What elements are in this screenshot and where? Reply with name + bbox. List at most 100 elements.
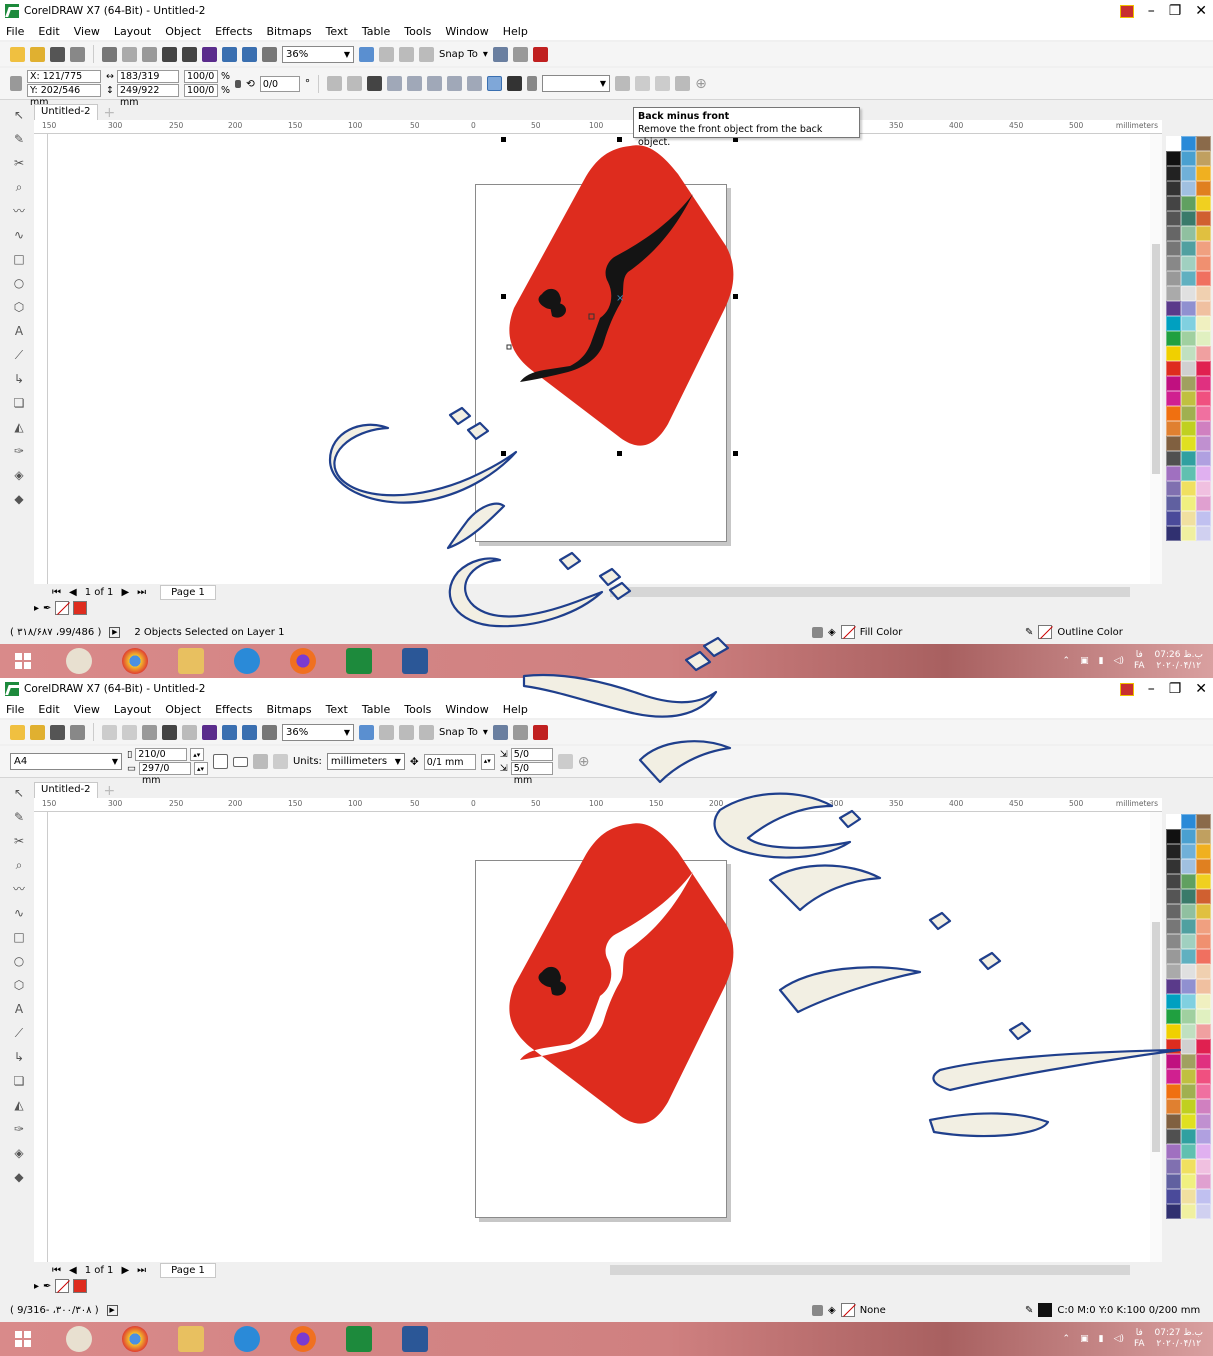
palette-swatch[interactable]: [1196, 256, 1211, 271]
ellipse-tool-icon[interactable]: ○: [10, 952, 28, 970]
palette-swatch[interactable]: [1166, 1159, 1181, 1174]
snap-to-dropdown-icon[interactable]: ▾: [483, 49, 488, 60]
palette-swatch[interactable]: [1166, 301, 1181, 316]
align-icon[interactable]: [675, 76, 691, 91]
palette-swatch[interactable]: [1181, 844, 1196, 859]
snap-to-button[interactable]: Snap To: [439, 727, 478, 738]
next-page-icon[interactable]: ▶: [121, 1265, 129, 1276]
interactive-fill-icon[interactable]: ◈: [10, 1144, 28, 1162]
all-pages-icon[interactable]: [252, 754, 268, 769]
palette-swatch[interactable]: [1166, 1099, 1181, 1114]
rectangle-tool-icon[interactable]: □: [10, 928, 28, 946]
palette-swatch[interactable]: [1196, 481, 1211, 496]
application-launcher-icon[interactable]: [532, 46, 548, 62]
palette-swatch[interactable]: [1166, 904, 1181, 919]
crop-tool-icon[interactable]: ✂: [10, 154, 28, 172]
selection-handle[interactable]: [501, 451, 506, 456]
palette-swatch[interactable]: [1166, 286, 1181, 301]
duplicate-y-field[interactable]: 5/0 mm: [510, 762, 553, 786]
palette-swatch[interactable]: [1181, 436, 1196, 451]
application-launcher-icon[interactable]: [532, 724, 548, 740]
menu-tools[interactable]: Tools: [404, 25, 431, 38]
palette-swatch[interactable]: [1166, 466, 1181, 481]
transparency-icon[interactable]: ◭: [10, 1096, 28, 1114]
palette-swatch[interactable]: [1181, 391, 1196, 406]
volume-icon[interactable]: ◁): [1114, 656, 1124, 666]
undo-icon[interactable]: [162, 46, 177, 62]
palette-swatch[interactable]: [1166, 511, 1181, 526]
zoom-level-select[interactable]: 36% ▼: [282, 45, 354, 63]
palette-swatch[interactable]: [1181, 814, 1196, 829]
palette-swatch[interactable]: [1166, 196, 1181, 211]
palette-swatch[interactable]: [1196, 934, 1211, 949]
scale-x-field[interactable]: 100/0: [183, 70, 218, 83]
palette-swatch[interactable]: [1181, 1024, 1196, 1039]
copy-icon[interactable]: [122, 724, 137, 740]
palette-swatch[interactable]: [1166, 949, 1181, 964]
cut-icon[interactable]: [102, 46, 117, 62]
palette-swatch[interactable]: [1181, 316, 1196, 331]
group-icon[interactable]: [367, 76, 383, 91]
next-page-icon[interactable]: ▶: [121, 587, 129, 598]
palette-swatch[interactable]: [1196, 436, 1211, 451]
shape-tool-icon[interactable]: ✎: [10, 808, 28, 826]
palette-swatch[interactable]: [1181, 136, 1196, 151]
palette-swatch[interactable]: [1196, 859, 1211, 874]
palette-swatch[interactable]: [1166, 241, 1181, 256]
palette-swatch[interactable]: [1166, 331, 1181, 346]
y-position-field[interactable]: Y: 202/546 mm: [27, 84, 101, 108]
menu-table[interactable]: Table: [362, 703, 390, 716]
battery-icon[interactable]: ▮: [1099, 656, 1104, 666]
internet-explorer-icon[interactable]: [234, 1326, 260, 1352]
clock[interactable]: 07:26 ب.ظ ۲۰۲۰/۰۴/۱۲: [1155, 650, 1203, 672]
palette-swatch[interactable]: [1181, 196, 1196, 211]
import-icon[interactable]: [222, 724, 237, 740]
mirror-horizontal-icon[interactable]: [327, 76, 343, 91]
palette-swatch[interactable]: [1196, 376, 1211, 391]
print-icon[interactable]: [70, 724, 85, 740]
show-guidelines-icon[interactable]: [419, 724, 434, 740]
full-screen-icon[interactable]: [359, 46, 374, 62]
align-distribute-icon[interactable]: [615, 76, 631, 91]
save-icon[interactable]: [50, 724, 65, 740]
palette-swatch[interactable]: [1166, 136, 1181, 151]
menu-layout[interactable]: Layout: [114, 25, 151, 38]
palette-swatch[interactable]: [1181, 181, 1196, 196]
palette-expand-icon[interactable]: ▸: [34, 1281, 39, 1292]
drawing-canvas[interactable]: ×: [48, 134, 1162, 584]
lock-ratio-icon[interactable]: [235, 79, 241, 88]
palette-swatch[interactable]: [1181, 526, 1196, 541]
palette-eyedropper-icon[interactable]: ✒: [43, 1281, 51, 1292]
palette-swatch[interactable]: [1181, 496, 1196, 511]
menu-bitmaps[interactable]: Bitmaps: [266, 25, 311, 38]
pick-tool-icon[interactable]: ↖: [10, 784, 28, 802]
width-field[interactable]: 183/319 mm: [116, 70, 179, 94]
palette-swatch[interactable]: [1196, 316, 1211, 331]
palette-swatch[interactable]: [1196, 829, 1211, 844]
menu-text[interactable]: Text: [326, 25, 348, 38]
search-content-icon[interactable]: [202, 724, 217, 740]
palette-swatch[interactable]: [1181, 346, 1196, 361]
palette-swatch[interactable]: [1196, 889, 1211, 904]
smart-fill-icon[interactable]: ◆: [10, 1168, 28, 1186]
selection-handle[interactable]: [617, 137, 622, 142]
palette-swatch[interactable]: [1181, 979, 1196, 994]
spin-icon[interactable]: ▴▾: [190, 748, 205, 761]
redo-icon[interactable]: [182, 724, 197, 740]
palette-swatch[interactable]: [1166, 256, 1181, 271]
palette-swatch[interactable]: [1166, 919, 1181, 934]
menu-table[interactable]: Table: [362, 25, 390, 38]
undo-icon[interactable]: [162, 724, 177, 740]
zoom-level-select[interactable]: 36% ▼: [282, 723, 354, 741]
page-tab[interactable]: Page 1: [160, 584, 216, 600]
artistic-media-icon[interactable]: ∿: [10, 226, 28, 244]
palette-swatch[interactable]: [1181, 406, 1196, 421]
palette-swatch[interactable]: [1196, 166, 1211, 181]
pick-tool-icon[interactable]: ↖: [10, 106, 28, 124]
dimension-tool-icon[interactable]: ⟋: [10, 346, 28, 364]
palette-swatch[interactable]: [1166, 151, 1181, 166]
palette-swatch[interactable]: [1166, 526, 1181, 541]
menu-file[interactable]: File: [6, 25, 24, 38]
palette-swatch[interactable]: [1166, 1009, 1181, 1024]
palette-swatch[interactable]: [1166, 346, 1181, 361]
